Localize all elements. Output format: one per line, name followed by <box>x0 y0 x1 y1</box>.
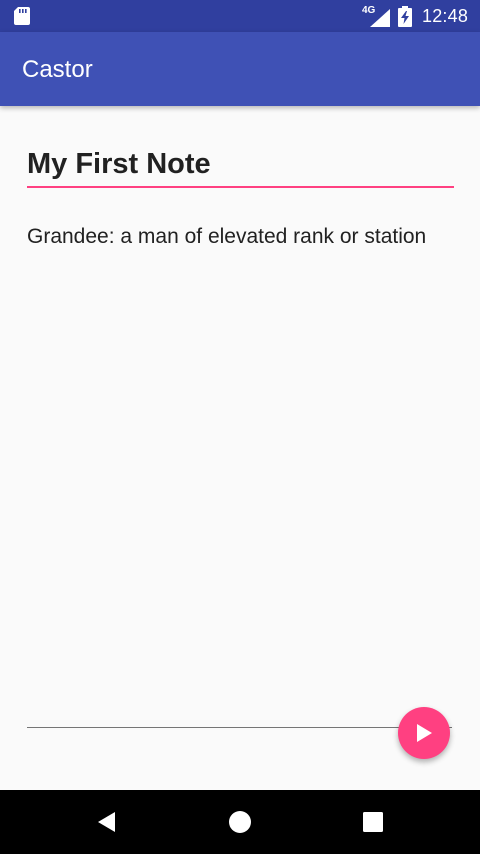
home-icon <box>229 811 251 833</box>
app-title: Castor <box>22 56 93 83</box>
navigation-bar <box>0 790 480 854</box>
home-button[interactable] <box>200 790 280 854</box>
recents-icon <box>363 812 383 832</box>
play-icon <box>417 724 432 742</box>
recents-button[interactable] <box>333 790 413 854</box>
play-button[interactable] <box>398 707 450 759</box>
back-icon <box>98 812 115 832</box>
note-body-field[interactable]: Grandee: a man of elevated rank or stati… <box>27 223 427 251</box>
note-editor: My First Note Grandee: a man of elevated… <box>0 106 480 790</box>
screen: 4G 12:48 Castor My First Note Grandee: a… <box>0 0 480 854</box>
clock: 12:48 <box>422 6 469 26</box>
signal-icon: 4G <box>362 5 392 28</box>
status-bar: 4G 12:48 <box>0 0 480 32</box>
back-button[interactable] <box>67 790 147 854</box>
app-bar: Castor <box>0 32 480 106</box>
title-underline <box>27 186 454 188</box>
audio-seek-bar[interactable] <box>27 727 452 728</box>
battery-charging-icon <box>398 6 412 27</box>
sd-card-icon <box>14 7 30 25</box>
note-title-field[interactable]: My First Note <box>27 146 453 182</box>
